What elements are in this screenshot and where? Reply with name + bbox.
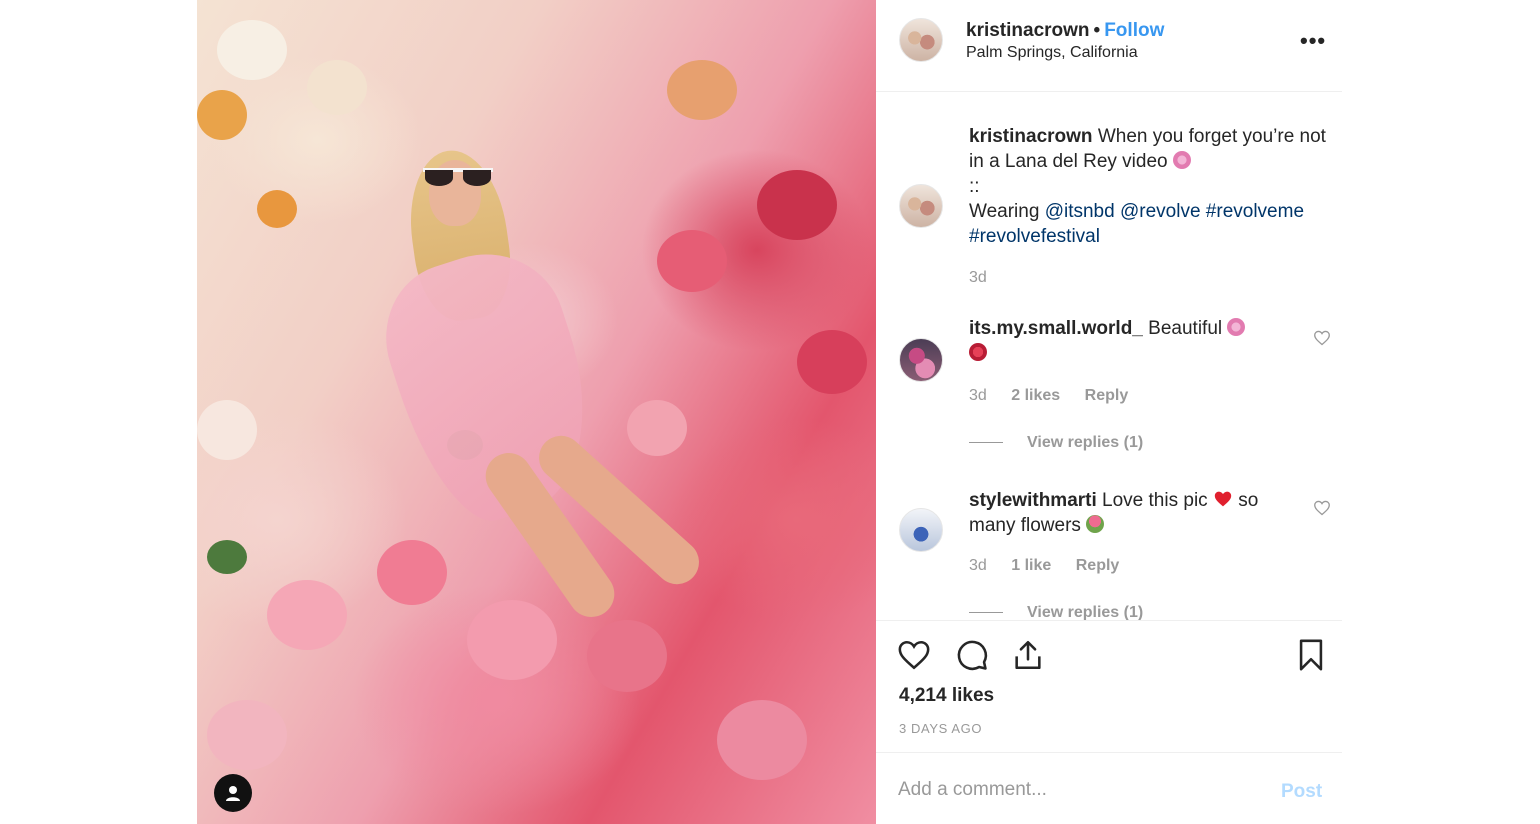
foliage [207,540,247,574]
cherry-blossom-icon [1172,151,1191,169]
flower-cluster [377,540,447,605]
comment-likes[interactable]: 2 likes [1011,387,1060,404]
user-tag-icon[interactable] [214,774,252,812]
caption-wearing: Wearing [969,201,1040,222]
more-options-icon[interactable]: ••• [1300,30,1326,52]
flower-cluster [627,400,687,456]
comment-text: its.my.small.world_ Beautiful [969,316,1269,366]
comment-username[interactable]: its.my.small.world_ [969,318,1143,339]
comments-list[interactable]: kristinacrown When you forget you’re not… [876,92,1342,620]
caption-divider: :: [969,176,980,197]
comment-meta: 3d 2 likes Reply [969,387,1148,405]
caption-time[interactable]: 3d [969,269,987,286]
flower-cluster [307,60,367,115]
post-header: kristinacrown • Follow Palm Springs, Calif… [876,0,1342,92]
reply-button[interactable]: Reply [1076,557,1120,574]
post-timestamp[interactable]: 3 DAYS AGO [899,721,982,736]
view-replies[interactable]: View replies (1) [969,434,1143,452]
divider-line [969,612,1003,614]
comment-bubble-icon[interactable] [954,637,990,673]
avatar[interactable] [899,18,943,62]
separator-dot: • [1093,20,1101,41]
flower-cluster [467,600,557,680]
author-username[interactable]: kristinacrown [966,20,1090,41]
post-actions: 4,214 likes 3 DAYS AGO [876,620,1342,752]
flower-cluster [717,700,807,780]
flower-cluster [797,330,867,394]
comment-time[interactable]: 3d [969,387,987,404]
view-replies-label: View replies (1) [1027,434,1144,451]
view-replies[interactable]: View replies (1) [969,604,1143,620]
avatar[interactable] [899,338,943,382]
comment-time[interactable]: 3d [969,557,987,574]
divider-line [969,442,1003,444]
caption-meta: 3d [969,269,1007,287]
comment-body: Love this pic [1102,490,1208,511]
avatar[interactable] [899,508,943,552]
location-link[interactable]: Palm Springs, California [966,44,1138,62]
hashtag-link[interactable]: #revolveme [1206,201,1304,222]
flower-cluster [257,190,297,228]
post-photo[interactable] [197,0,876,824]
post-comment-button[interactable]: Post [1281,781,1322,803]
mention-link[interactable]: @revolve [1120,201,1201,222]
comment-composer: Post [876,752,1342,824]
hashtag-link[interactable]: #revolvefestival [969,226,1100,247]
caption-text: kristinacrown When you forget you’re not… [969,124,1329,249]
flower-cluster [197,90,247,140]
flower-cluster [267,580,347,650]
comment-meta: 3d 1 like Reply [969,557,1139,575]
comment-body: Beautiful [1148,318,1223,339]
reply-button[interactable]: Reply [1085,387,1129,404]
sunglasses [423,168,493,186]
red-heart-icon [1214,491,1232,507]
comment-input[interactable] [898,779,1268,801]
comment-likes[interactable]: 1 like [1011,557,1051,574]
view-replies-label: View replies (1) [1027,604,1144,620]
likes-count[interactable]: 4,214 likes [899,685,994,707]
mention-link[interactable]: @itsnbd [1045,201,1115,222]
flower-cluster [587,620,667,692]
flower-cluster [757,170,837,240]
comment-text: stylewithmarti Love this pic so many flo… [969,488,1299,538]
flower-cluster [667,60,737,120]
flower-cluster [217,20,287,80]
like-comment-icon[interactable] [1313,330,1331,346]
post-side-panel: kristinacrown • Follow Palm Springs, Calif… [876,0,1342,824]
comment-username[interactable]: stylewithmarti [969,490,1097,511]
flower-cluster [197,400,257,460]
like-comment-icon[interactable] [1313,500,1331,516]
follow-button[interactable]: Follow [1104,20,1164,41]
instagram-post-view: kristinacrown • Follow Palm Springs, Calif… [0,0,1540,824]
like-heart-icon[interactable] [896,637,932,673]
flower-cluster [207,700,287,770]
rose-icon [969,343,987,361]
flower-cluster [657,230,727,292]
tulip-icon [1086,515,1105,533]
cherry-blossom-icon [1227,318,1246,336]
bookmark-icon[interactable] [1293,637,1329,673]
share-upload-icon[interactable] [1010,637,1046,673]
header-user-line: kristinacrown • Follow [966,20,1164,42]
caption-username[interactable]: kristinacrown [969,126,1093,147]
avatar[interactable] [899,184,943,228]
